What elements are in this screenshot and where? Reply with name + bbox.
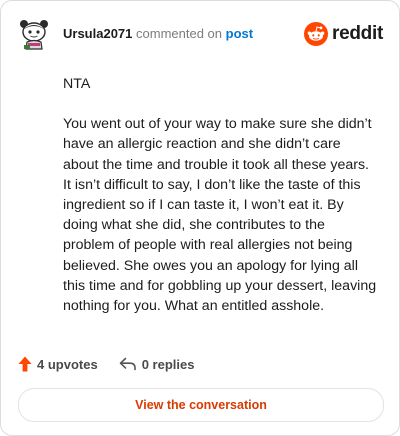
snoo-avatar-icon xyxy=(20,20,48,50)
replies-button[interactable]: 0 replies xyxy=(119,356,195,372)
upvote-count: 4 upvotes xyxy=(37,356,98,372)
reddit-logo-icon xyxy=(304,22,329,46)
reply-arrow-icon xyxy=(119,357,136,371)
avatar[interactable] xyxy=(19,19,49,51)
comment-attribution: Ursula2071 commented on post xyxy=(63,26,253,42)
comment-paragraph: You went out of your way to make sure sh… xyxy=(63,116,377,315)
reddit-wordmark: reddit xyxy=(332,23,383,44)
post-link[interactable]: post xyxy=(226,26,253,41)
username-link[interactable]: Ursula2071 xyxy=(63,26,132,41)
upvote-button[interactable]: 4 upvotes xyxy=(18,356,98,372)
attribution-text: commented on xyxy=(136,26,223,41)
reddit-brand-link[interactable]: reddit xyxy=(304,22,383,46)
view-conversation-button[interactable]: View the conversation xyxy=(18,388,384,422)
replies-count: 0 replies xyxy=(141,356,195,372)
comment-header: Ursula2071 commented on post reddit xyxy=(1,1,399,67)
comment-actions: 4 upvotes 0 replies xyxy=(18,353,194,375)
embedded-comment-card: Ursula2071 commented on post reddit NTA … xyxy=(0,0,400,436)
comment-paragraph: NTA xyxy=(63,76,91,92)
upvote-arrow-icon xyxy=(18,356,32,372)
comment-body: NTA You went out of your way to make sur… xyxy=(63,74,379,316)
